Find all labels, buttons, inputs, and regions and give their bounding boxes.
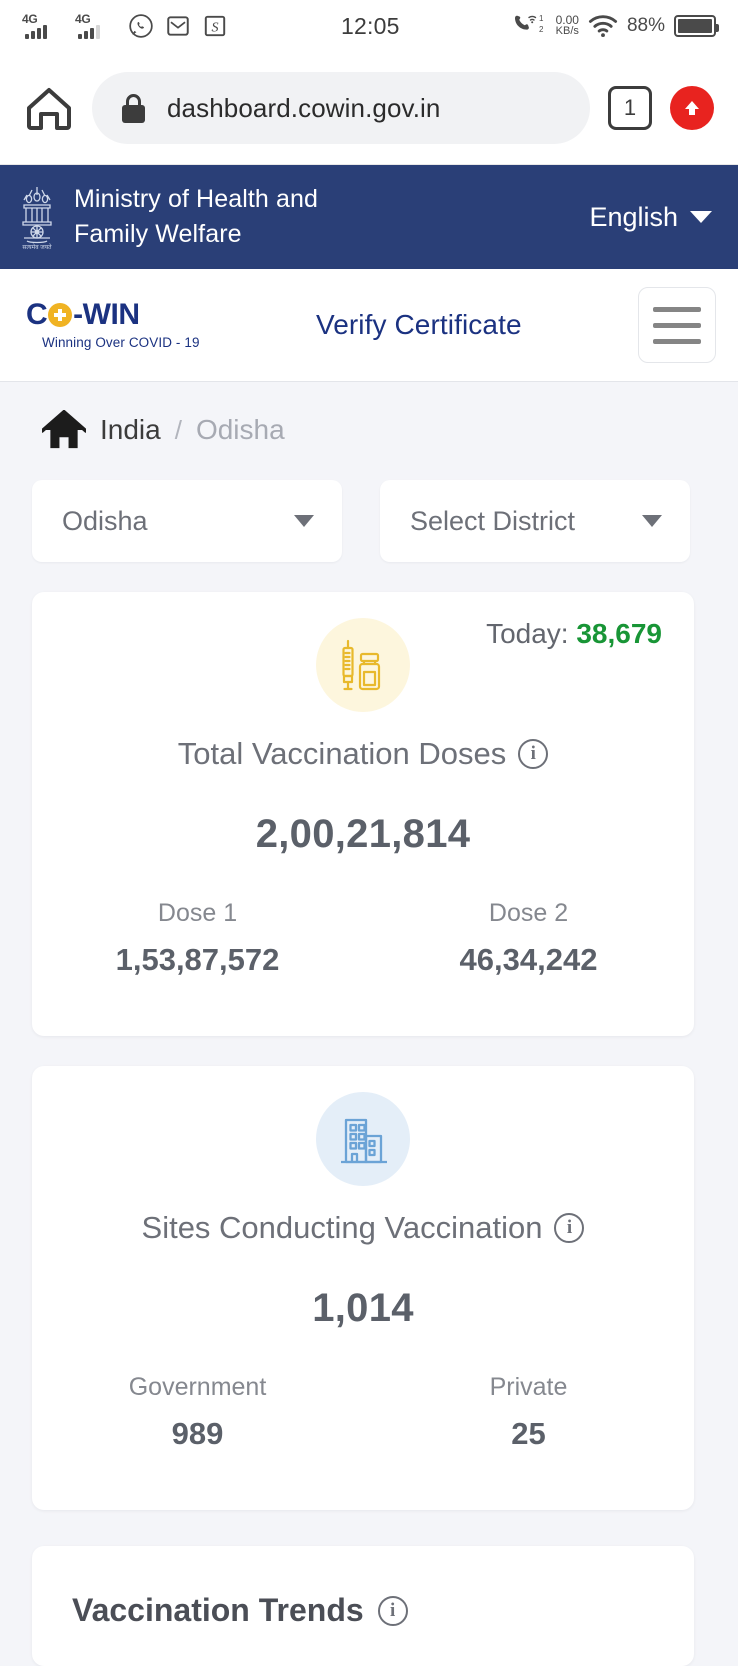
network-type-label-2: 4G [75,12,91,26]
svg-text:2: 2 [539,25,544,34]
private-sites-stat: Private 25 [363,1373,694,1452]
cowin-logo-win: -WIN [73,298,140,331]
verify-certificate-link[interactable]: Verify Certificate [210,309,628,341]
svg-text:1: 1 [539,14,544,23]
home-button[interactable] [24,83,74,133]
dose-1-label: Dose 1 [157,899,238,927]
vaccination-trends-title: Vaccination Trends i [72,1592,694,1629]
network-speed-indicator: 0.00 KB/s [555,14,579,37]
language-label: English [589,201,678,232]
info-icon[interactable]: i [377,1595,408,1626]
government-value: 989 [171,1416,224,1451]
status-bar-left: 4G 4G S [22,12,228,39]
private-label: Private [489,1373,568,1401]
cowin-logo-c: C [26,298,48,331]
cowin-logo-tagline: Winning Over COVID - 19 [42,335,200,350]
battery-percent-label: 88% [626,15,665,36]
vaccination-trends-title-text: Vaccination Trends [72,1592,364,1628]
network-type-label-1: 4G [22,12,38,26]
home-breadcrumb-icon[interactable] [42,410,86,450]
url-text: dashboard.cowin.gov.in [167,92,441,123]
dose-breakdown: Dose 1 1,53,87,572 Dose 2 46,34,242 [32,899,694,1036]
status-bar: 4G 4G S 12:05 1 2 0.00 KB/s 88% [0,0,738,52]
syringe-vial-icon [342,639,381,691]
total-vaccination-doses-card: Today: 38,679 Total Vaccination Doses i … [32,592,694,1036]
cowin-logo-wordmark: C -WIN [26,300,200,330]
sites-breakdown: Government 989 Private 25 [32,1373,694,1510]
ministry-title: Ministry of Health and Family Welfare [74,182,575,253]
chevron-down-icon [294,515,314,527]
dashboard-page: India / Odisha Odisha Select District To… [0,382,738,1666]
cowin-logo[interactable]: C -WIN Winning Over COVID - 19 [26,300,200,351]
private-value: 25 [511,1416,546,1451]
app-icon: S [204,15,226,37]
hamburger-icon-bar [653,322,701,328]
hamburger-icon-bar [653,338,701,344]
whatsapp-icon [129,14,153,38]
battery-icon [674,15,719,37]
hamburger-icon-bar [653,306,701,312]
district-select-value: Select District [410,505,576,536]
language-selector[interactable]: English [589,202,720,233]
breadcrumb: India / Odisha [0,382,738,450]
dual-sim-call-icon: 1 2 [514,14,544,34]
card-title: Total Vaccination Doses i [32,736,694,772]
building-icon-badge [316,1092,410,1186]
today-doses-stat: Today: 38,679 [486,618,662,650]
status-bar-right: 1 2 0.00 KB/s 88% [513,13,719,39]
state-select-value: Odisha [62,505,148,536]
address-bar[interactable]: dashboard.cowin.gov.in [92,72,590,144]
status-bar-clock: 12:05 [341,12,400,39]
total-sites-value: 1,014 [312,1286,414,1330]
dose-2-stat: Dose 2 46,34,242 [363,899,694,978]
breadcrumb-root[interactable]: India [100,414,161,446]
wifi-icon [588,15,618,38]
plus-circle-icon [48,303,73,327]
menu-button[interactable] [638,287,716,363]
tab-counter-button[interactable]: 1 [608,86,652,130]
breadcrumb-separator: / [174,414,182,445]
ministry-title-line2: Family Welfare [74,220,242,248]
arrow-up-icon [685,101,699,115]
network-speed-unit: KB/s [555,25,579,37]
card-title-text: Sites Conducting Vaccination [141,1210,543,1245]
signal-icon-sim1: 4G [22,12,64,39]
syringe-vial-icon-badge [316,618,410,712]
today-value: 38,679 [576,618,662,649]
info-icon[interactable]: i [518,739,549,769]
info-icon[interactable]: i [554,1213,585,1243]
government-sites-stat: Government 989 [32,1373,363,1452]
vaccination-trends-card: Vaccination Trends i [32,1546,694,1666]
dose-2-value: 46,34,242 [459,942,598,977]
today-label: Today: [486,618,569,649]
update-button[interactable] [670,86,714,130]
chevron-down-icon [642,515,662,527]
ministry-title-line1: Ministry of Health and [74,184,318,213]
card-title: Sites Conducting Vaccination i [32,1210,694,1246]
building-icon [341,1118,387,1164]
total-doses-value: 2,00,21,814 [255,812,471,856]
signal-icon-sim2: 4G [75,12,117,39]
ministry-header: सत्यमेव जयते Ministry of Health and Fami… [0,165,738,269]
tab-count-label: 1 [623,95,637,120]
national-emblem-icon: सत्यमेव जयते [22,187,52,251]
dose-1-stat: Dose 1 1,53,87,572 [32,899,363,978]
home-icon [27,88,71,130]
svg-text:S: S [211,19,218,35]
district-select[interactable]: Select District [380,480,690,562]
sites-conducting-vaccination-card: Sites Conducting Vaccination i 1,014 Gov… [32,1066,694,1510]
government-label: Government [128,1373,267,1401]
mail-icon [167,16,189,36]
dose-1-value: 1,53,87,572 [115,942,280,977]
state-select[interactable]: Odisha [32,480,342,562]
card-title-text: Total Vaccination Doses [177,736,507,771]
svg-text:सत्यमेव जयते: सत्यमेव जयते [22,243,52,251]
breadcrumb-current: Odisha [195,414,285,445]
site-navbar: C -WIN Winning Over COVID - 19 Verify Ce… [0,269,738,382]
chevron-down-icon [690,211,712,223]
browser-toolbar: dashboard.cowin.gov.in 1 [0,52,738,165]
filter-row: Odisha Select District [0,450,738,562]
dose-2-label: Dose 2 [488,899,569,927]
lock-icon [122,93,145,123]
